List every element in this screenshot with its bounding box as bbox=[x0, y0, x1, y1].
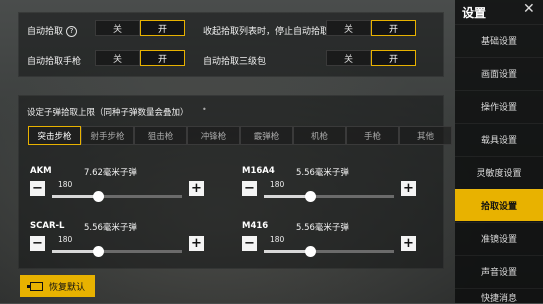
auto-pickup-pistol-label: 自动拾取手枪 bbox=[27, 57, 82, 67]
reset-default-button[interactable]: 恢复默认 bbox=[20, 275, 95, 297]
ammo-type: 7.62毫米子弹 bbox=[84, 168, 137, 178]
toggle-on[interactable]: 开 bbox=[140, 20, 185, 36]
ammo-slider[interactable] bbox=[264, 191, 394, 202]
ammo-type: 5.56毫米子弹 bbox=[296, 223, 349, 233]
battery-icon bbox=[26, 281, 43, 291]
toggle-off[interactable]: 关 bbox=[95, 20, 140, 36]
weapon-name: M416 bbox=[242, 221, 269, 231]
tab-pistol[interactable]: 手枪 bbox=[346, 126, 399, 145]
tab-marksman-rifle[interactable]: 射手步枪 bbox=[81, 126, 134, 145]
weapon-name: AKM bbox=[30, 166, 52, 176]
weapon-name: M16A4 bbox=[242, 166, 275, 176]
slider-value: 180 bbox=[58, 235, 73, 244]
increase-button[interactable]: + bbox=[189, 181, 204, 196]
tab-smg[interactable]: 冲锋枪 bbox=[187, 126, 240, 145]
sidebar-item-pickup[interactable]: 拾取设置 bbox=[455, 189, 543, 221]
increase-button[interactable]: + bbox=[189, 236, 204, 251]
tab-machine-gun[interactable]: 机枪 bbox=[293, 126, 346, 145]
stop-on-collapse-label: 收起拾取列表时，停止自动拾取 bbox=[203, 27, 330, 37]
slider-knob[interactable] bbox=[93, 191, 104, 202]
toggle-off[interactable]: 关 bbox=[326, 20, 371, 36]
decrease-button[interactable]: − bbox=[30, 181, 45, 196]
ammo-type: 5.56毫米子弹 bbox=[296, 168, 349, 178]
sidebar-item-vehicle[interactable]: 载具设置 bbox=[455, 123, 543, 155]
tab-sniper[interactable]: 狙击枪 bbox=[134, 126, 187, 145]
toggle-on[interactable]: 开 bbox=[371, 50, 416, 66]
slider-fill bbox=[52, 250, 98, 253]
ammo-limit-title: 设定子弹拾取上限（同种子弹数量会叠加） bbox=[27, 108, 189, 118]
sidebar-item-scope[interactable]: 准镜设置 bbox=[455, 222, 543, 254]
close-icon[interactable]: ✕ bbox=[523, 1, 535, 17]
slider-fill bbox=[264, 250, 310, 253]
decrease-button[interactable]: − bbox=[30, 236, 45, 251]
sidebar-item-quick-chat[interactable]: 快捷消息 bbox=[455, 288, 543, 304]
slider-knob[interactable] bbox=[305, 246, 316, 257]
slider-value: 180 bbox=[270, 180, 285, 189]
weapon-tabs: 突击步枪 射手步枪 狙击枪 冲锋枪 霰弹枪 机枪 手枪 其他 bbox=[28, 126, 452, 145]
toggle-off[interactable]: 关 bbox=[326, 50, 371, 66]
tab-shotgun[interactable]: 霰弹枪 bbox=[240, 126, 293, 145]
increase-button[interactable]: + bbox=[401, 181, 416, 196]
sidebar-item-sensitivity[interactable]: 灵敏度设置 bbox=[455, 156, 543, 188]
toggle-on[interactable]: 开 bbox=[371, 20, 416, 36]
increase-button[interactable]: + bbox=[401, 236, 416, 251]
slider-value: 180 bbox=[270, 235, 285, 244]
dot-icon: • bbox=[202, 105, 207, 114]
slider-knob[interactable] bbox=[93, 246, 104, 257]
auto-pickup-lvl3-bag-toggle[interactable]: 关 开 bbox=[326, 50, 416, 66]
tab-assault-rifle[interactable]: 突击步枪 bbox=[28, 126, 81, 145]
sidebar-item-audio[interactable]: 声音设置 bbox=[455, 255, 543, 287]
decrease-button[interactable]: − bbox=[242, 181, 257, 196]
slider-fill bbox=[52, 195, 98, 198]
help-icon[interactable]: ? bbox=[66, 26, 78, 37]
ammo-type: 5.56毫米子弹 bbox=[84, 223, 137, 233]
ammo-slider[interactable] bbox=[52, 191, 182, 202]
sidebar-item-graphics[interactable]: 画面设置 bbox=[455, 57, 543, 89]
ammo-slider[interactable] bbox=[52, 246, 182, 257]
sidebar-item-controls[interactable]: 操作设置 bbox=[455, 90, 543, 122]
tab-other[interactable]: 其他 bbox=[399, 126, 452, 145]
auto-pickup-pistol-toggle[interactable]: 关 开 bbox=[95, 50, 185, 66]
auto-pickup-toggle[interactable]: 关 开 bbox=[95, 20, 185, 36]
auto-pickup-lvl3-bag-label: 自动拾取三级包 bbox=[203, 57, 267, 67]
weapon-name: SCAR-L bbox=[30, 221, 65, 231]
ammo-slider[interactable] bbox=[264, 246, 394, 257]
slider-value: 180 bbox=[58, 180, 73, 189]
toggle-on[interactable]: 开 bbox=[140, 50, 185, 66]
slider-fill bbox=[264, 195, 310, 198]
toggle-off[interactable]: 关 bbox=[95, 50, 140, 66]
slider-knob[interactable] bbox=[305, 191, 316, 202]
reset-label: 恢复默认 bbox=[48, 282, 85, 293]
sidebar-item-basic[interactable]: 基础设置 bbox=[455, 24, 543, 56]
decrease-button[interactable]: − bbox=[242, 236, 257, 251]
ammo-limit-panel bbox=[18, 95, 444, 269]
auto-pickup-label: 自动拾取? bbox=[27, 24, 78, 37]
settings-title: 设置 bbox=[462, 6, 487, 20]
stop-on-collapse-toggle[interactable]: 关 开 bbox=[326, 20, 416, 36]
